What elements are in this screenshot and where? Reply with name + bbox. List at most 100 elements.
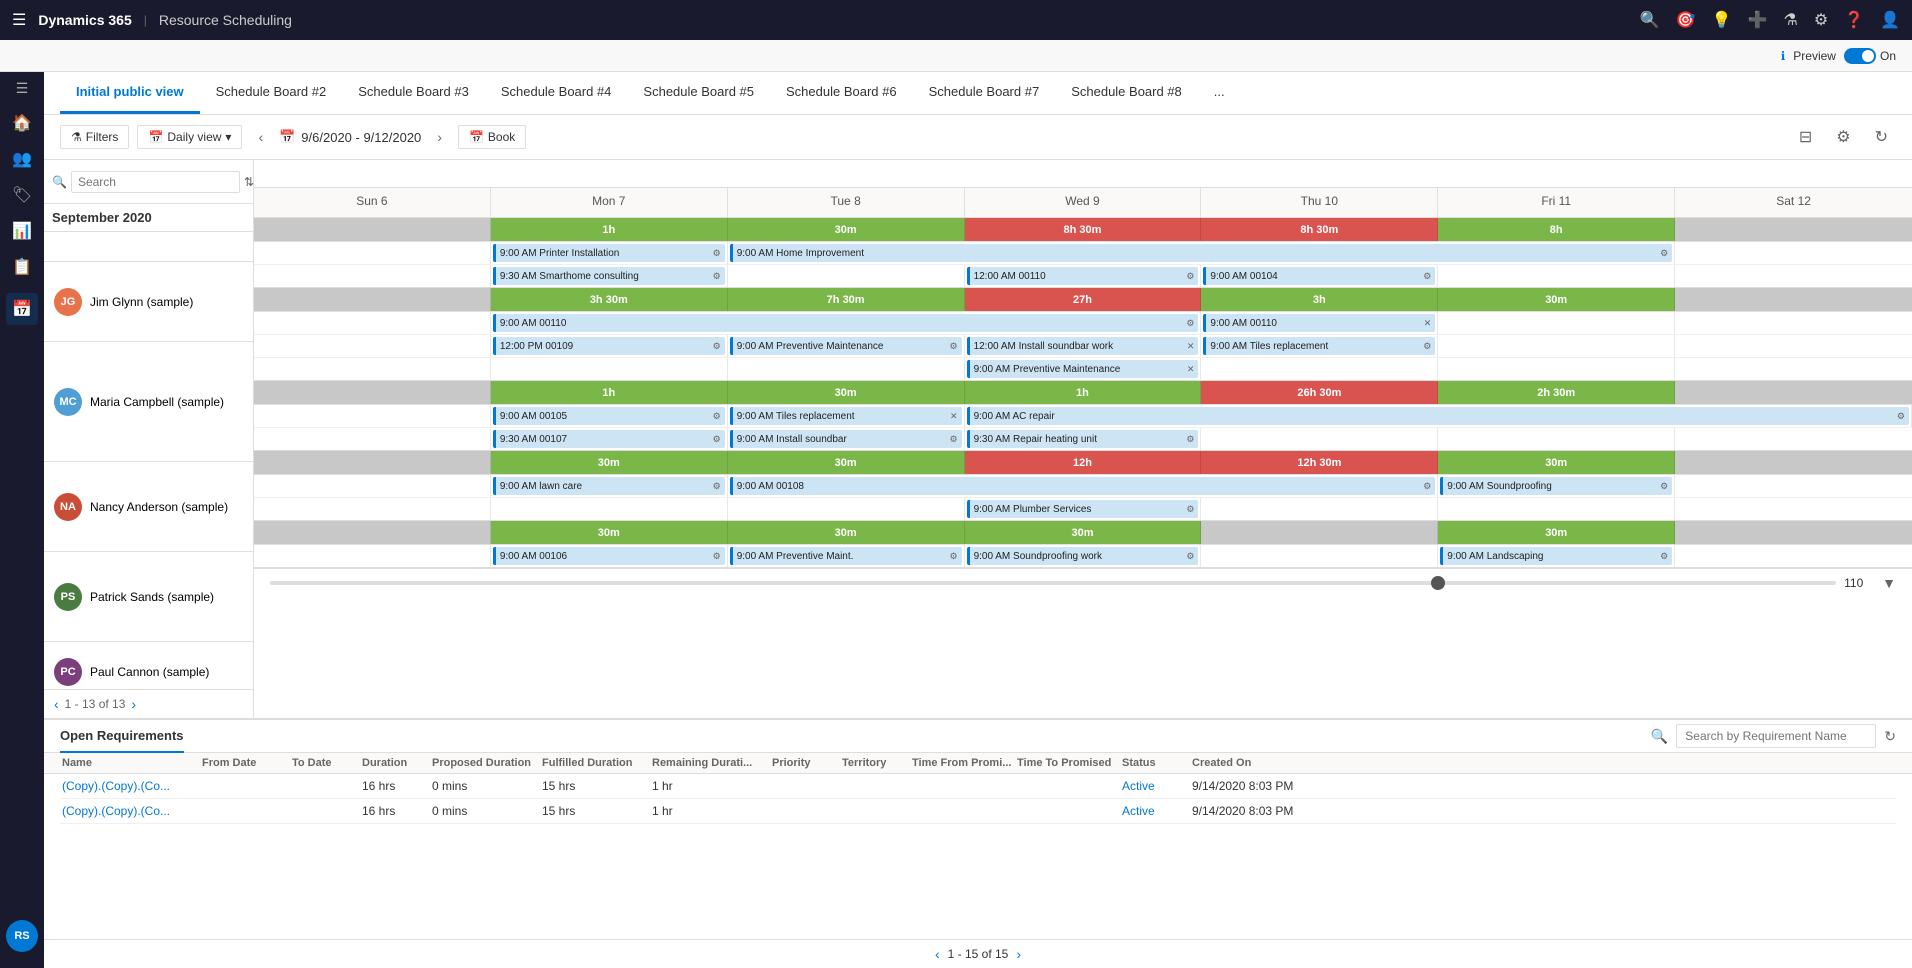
daily-view-button[interactable]: 📅 Daily view ▾ [137,125,242,149]
resource-item-maria[interactable]: MC Maria Campbell (sample) [44,342,253,462]
refresh-req-icon[interactable]: ↻ [1884,728,1896,745]
collapse-icon[interactable]: ▼ [1882,575,1896,591]
event-00110[interactable]: 12:00 AM 00110 ⚙ [967,267,1199,285]
event-settings-icon2[interactable]: ⚙ [1660,248,1668,259]
event-preventive-maint[interactable]: 9:00 AM Preventive Maintenance ⚙ [730,337,962,355]
col-from-date[interactable]: From Date [200,757,290,769]
event-ps-00108[interactable]: 9:00 AM 00108 ⚙ [730,477,1436,495]
req-status-1[interactable]: Active [1120,779,1190,793]
resource-prev-btn[interactable]: ‹ [54,696,59,712]
lightbulb-icon[interactable]: 💡 [1712,10,1732,30]
req-status-2[interactable]: Active [1120,804,1190,818]
event-tiles-replacement[interactable]: 9:00 AM Tiles replacement ⚙ [1203,337,1435,355]
zoom-slider-track[interactable] [270,581,1836,585]
event-settings-icon17[interactable]: ⚙ [1660,481,1668,492]
event-settings-icon10[interactable]: ⚙ [713,411,721,422]
event-settings-icon11[interactable]: ⚙ [1897,411,1905,422]
event-home-improvement[interactable]: 9:00 AM Home Improvement ⚙ [730,244,1672,262]
nav-list-icon[interactable]: 📋 [12,257,32,277]
table-next-btn[interactable]: › [1016,946,1021,962]
settings-icon[interactable]: ⚙ [1828,123,1858,151]
event-smarthome[interactable]: 9:30 AM Smarthome consulting ⚙ [493,267,725,285]
event-settings-icon9[interactable]: ⚙ [1423,341,1431,352]
filters-button[interactable]: ⚗ Filters [60,125,129,149]
event-mc-00110-a[interactable]: 9:00 AM 00110 ⚙ [493,314,1199,332]
zoom-slider-thumb[interactable] [1431,576,1445,590]
event-settings-icon13[interactable]: ⚙ [949,434,957,445]
event-pc-prev-maint[interactable]: 9:00 AM Preventive Maint. ⚙ [730,547,962,565]
resource-search-input[interactable] [71,171,240,193]
event-settings-icon3[interactable]: ⚙ [713,271,721,282]
event-settings-icon21[interactable]: ⚙ [1186,551,1194,562]
nav-person-tag-icon[interactable]: 🏷 [12,185,32,205]
event-close-x4[interactable]: ✕ [950,411,958,422]
preview-toggle[interactable]: On [1844,48,1896,64]
event-settings-icon6[interactable]: ⚙ [1186,318,1194,329]
event-mc-00110-b[interactable]: 9:00 AM 00110 ✕ [1203,314,1435,332]
event-settings-icon8[interactable]: ⚙ [949,341,957,352]
event-close-x2[interactable]: ✕ [1187,341,1195,352]
requirement-search-input[interactable] [1676,724,1876,748]
event-na-tiles[interactable]: 9:00 AM Tiles replacement ✕ [730,407,962,425]
event-preventive-maint-2[interactable]: 9:00 AM Preventive Maintenance ✕ [967,360,1199,378]
nav-calendar-icon[interactable]: 📅 [6,293,38,325]
req-name-2[interactable]: (Copy).(Copy).(Co... [60,804,200,818]
tab-schedule-board-7[interactable]: Schedule Board #7 [913,72,1056,114]
resource-item-patrick[interactable]: PS Patrick Sands (sample) [44,552,253,642]
event-settings-icon7[interactable]: ⚙ [713,341,721,352]
event-na-00107[interactable]: 9:30 AM 00107 ⚙ [493,430,725,448]
table-prev-btn[interactable]: ‹ [935,946,940,962]
refresh-icon[interactable]: ↻ [1867,123,1896,151]
filter-icon[interactable]: ⚗ [1783,10,1797,30]
tab-initial-public-view[interactable]: Initial public view [60,72,200,114]
user-avatar[interactable]: RS [6,920,38,952]
gear-icon[interactable]: ⚙ [1814,10,1828,30]
event-close-x1[interactable]: ✕ [1424,318,1432,329]
nav-hamburger-icon[interactable]: ☰ [16,80,29,97]
event-ps-lawn-care[interactable]: 9:00 AM lawn care ⚙ [493,477,725,495]
event-settings-icon19[interactable]: ⚙ [713,551,721,562]
event-na-install-soundbar[interactable]: 9:00 AM Install soundbar ⚙ [730,430,962,448]
resource-next-btn[interactable]: › [131,696,136,712]
nav-chart-icon[interactable]: 📊 [12,221,32,241]
event-pc-landscaping[interactable]: 9:00 AM Landscaping ⚙ [1440,547,1672,565]
tab-schedule-board-8[interactable]: Schedule Board #8 [1055,72,1198,114]
event-settings-icon5[interactable]: ⚙ [1423,271,1431,282]
event-settings-icon12[interactable]: ⚙ [713,434,721,445]
search-icon[interactable]: 🔍 [1640,10,1660,30]
hamburger-icon[interactable]: ☰ [12,10,26,30]
event-na-ac-repair[interactable]: 9:00 AM AC repair ⚙ [967,407,1909,425]
event-settings-icon14[interactable]: ⚙ [1186,434,1194,445]
sort-icon[interactable]: ⇅ [244,175,254,189]
tab-schedule-board-5[interactable]: Schedule Board #5 [627,72,770,114]
event-pc-soundproofing[interactable]: 9:00 AM Soundproofing work ⚙ [967,547,1199,565]
resource-item-jim[interactable]: JG Jim Glynn (sample) [44,262,253,342]
event-settings-icon18[interactable]: ⚙ [1186,504,1194,515]
nav-home-icon[interactable]: 🏠 [12,113,32,133]
event-settings-icon4[interactable]: ⚙ [1186,271,1194,282]
nav-people-icon[interactable]: 👥 [12,149,32,169]
tab-schedule-board-3[interactable]: Schedule Board #3 [342,72,485,114]
event-ps-soundproofing[interactable]: 9:00 AM Soundproofing ⚙ [1440,477,1672,495]
compass-icon[interactable]: 🎯 [1676,10,1696,30]
plus-icon[interactable]: ➕ [1748,10,1768,30]
event-printer-install[interactable]: 9:00 AM Printer Installation ⚙ [493,244,725,262]
resource-item-paul[interactable]: PC Paul Cannon (sample) [44,642,253,689]
help-icon[interactable]: ❓ [1844,10,1864,30]
event-settings-icon20[interactable]: ⚙ [949,551,957,562]
event-00104[interactable]: 9:00 AM 00104 ⚙ [1203,267,1435,285]
event-settings-icon16[interactable]: ⚙ [1423,481,1431,492]
user-icon[interactable]: 👤 [1880,10,1900,30]
event-install-soundbar[interactable]: 12:00 AM Install soundbar work ✕ [967,337,1199,355]
event-settings-icon15[interactable]: ⚙ [713,481,721,492]
list-view-icon[interactable]: ⊟ [1791,123,1820,151]
event-na-00105[interactable]: 9:00 AM 00105 ⚙ [493,407,725,425]
event-na-repair-heating[interactable]: 9:30 AM Repair heating unit ⚙ [967,430,1199,448]
event-ps-plumber[interactable]: 9:00 AM Plumber Services ⚙ [967,500,1199,518]
prev-date-button[interactable]: ‹ [250,125,271,149]
tab-schedule-board-2[interactable]: Schedule Board #2 [200,72,343,114]
req-name-1[interactable]: (Copy).(Copy).(Co... [60,779,200,793]
event-close-x3[interactable]: ✕ [1187,364,1195,375]
event-pc-00106[interactable]: 9:00 AM 00106 ⚙ [493,547,725,565]
event-settings-icon22[interactable]: ⚙ [1660,551,1668,562]
